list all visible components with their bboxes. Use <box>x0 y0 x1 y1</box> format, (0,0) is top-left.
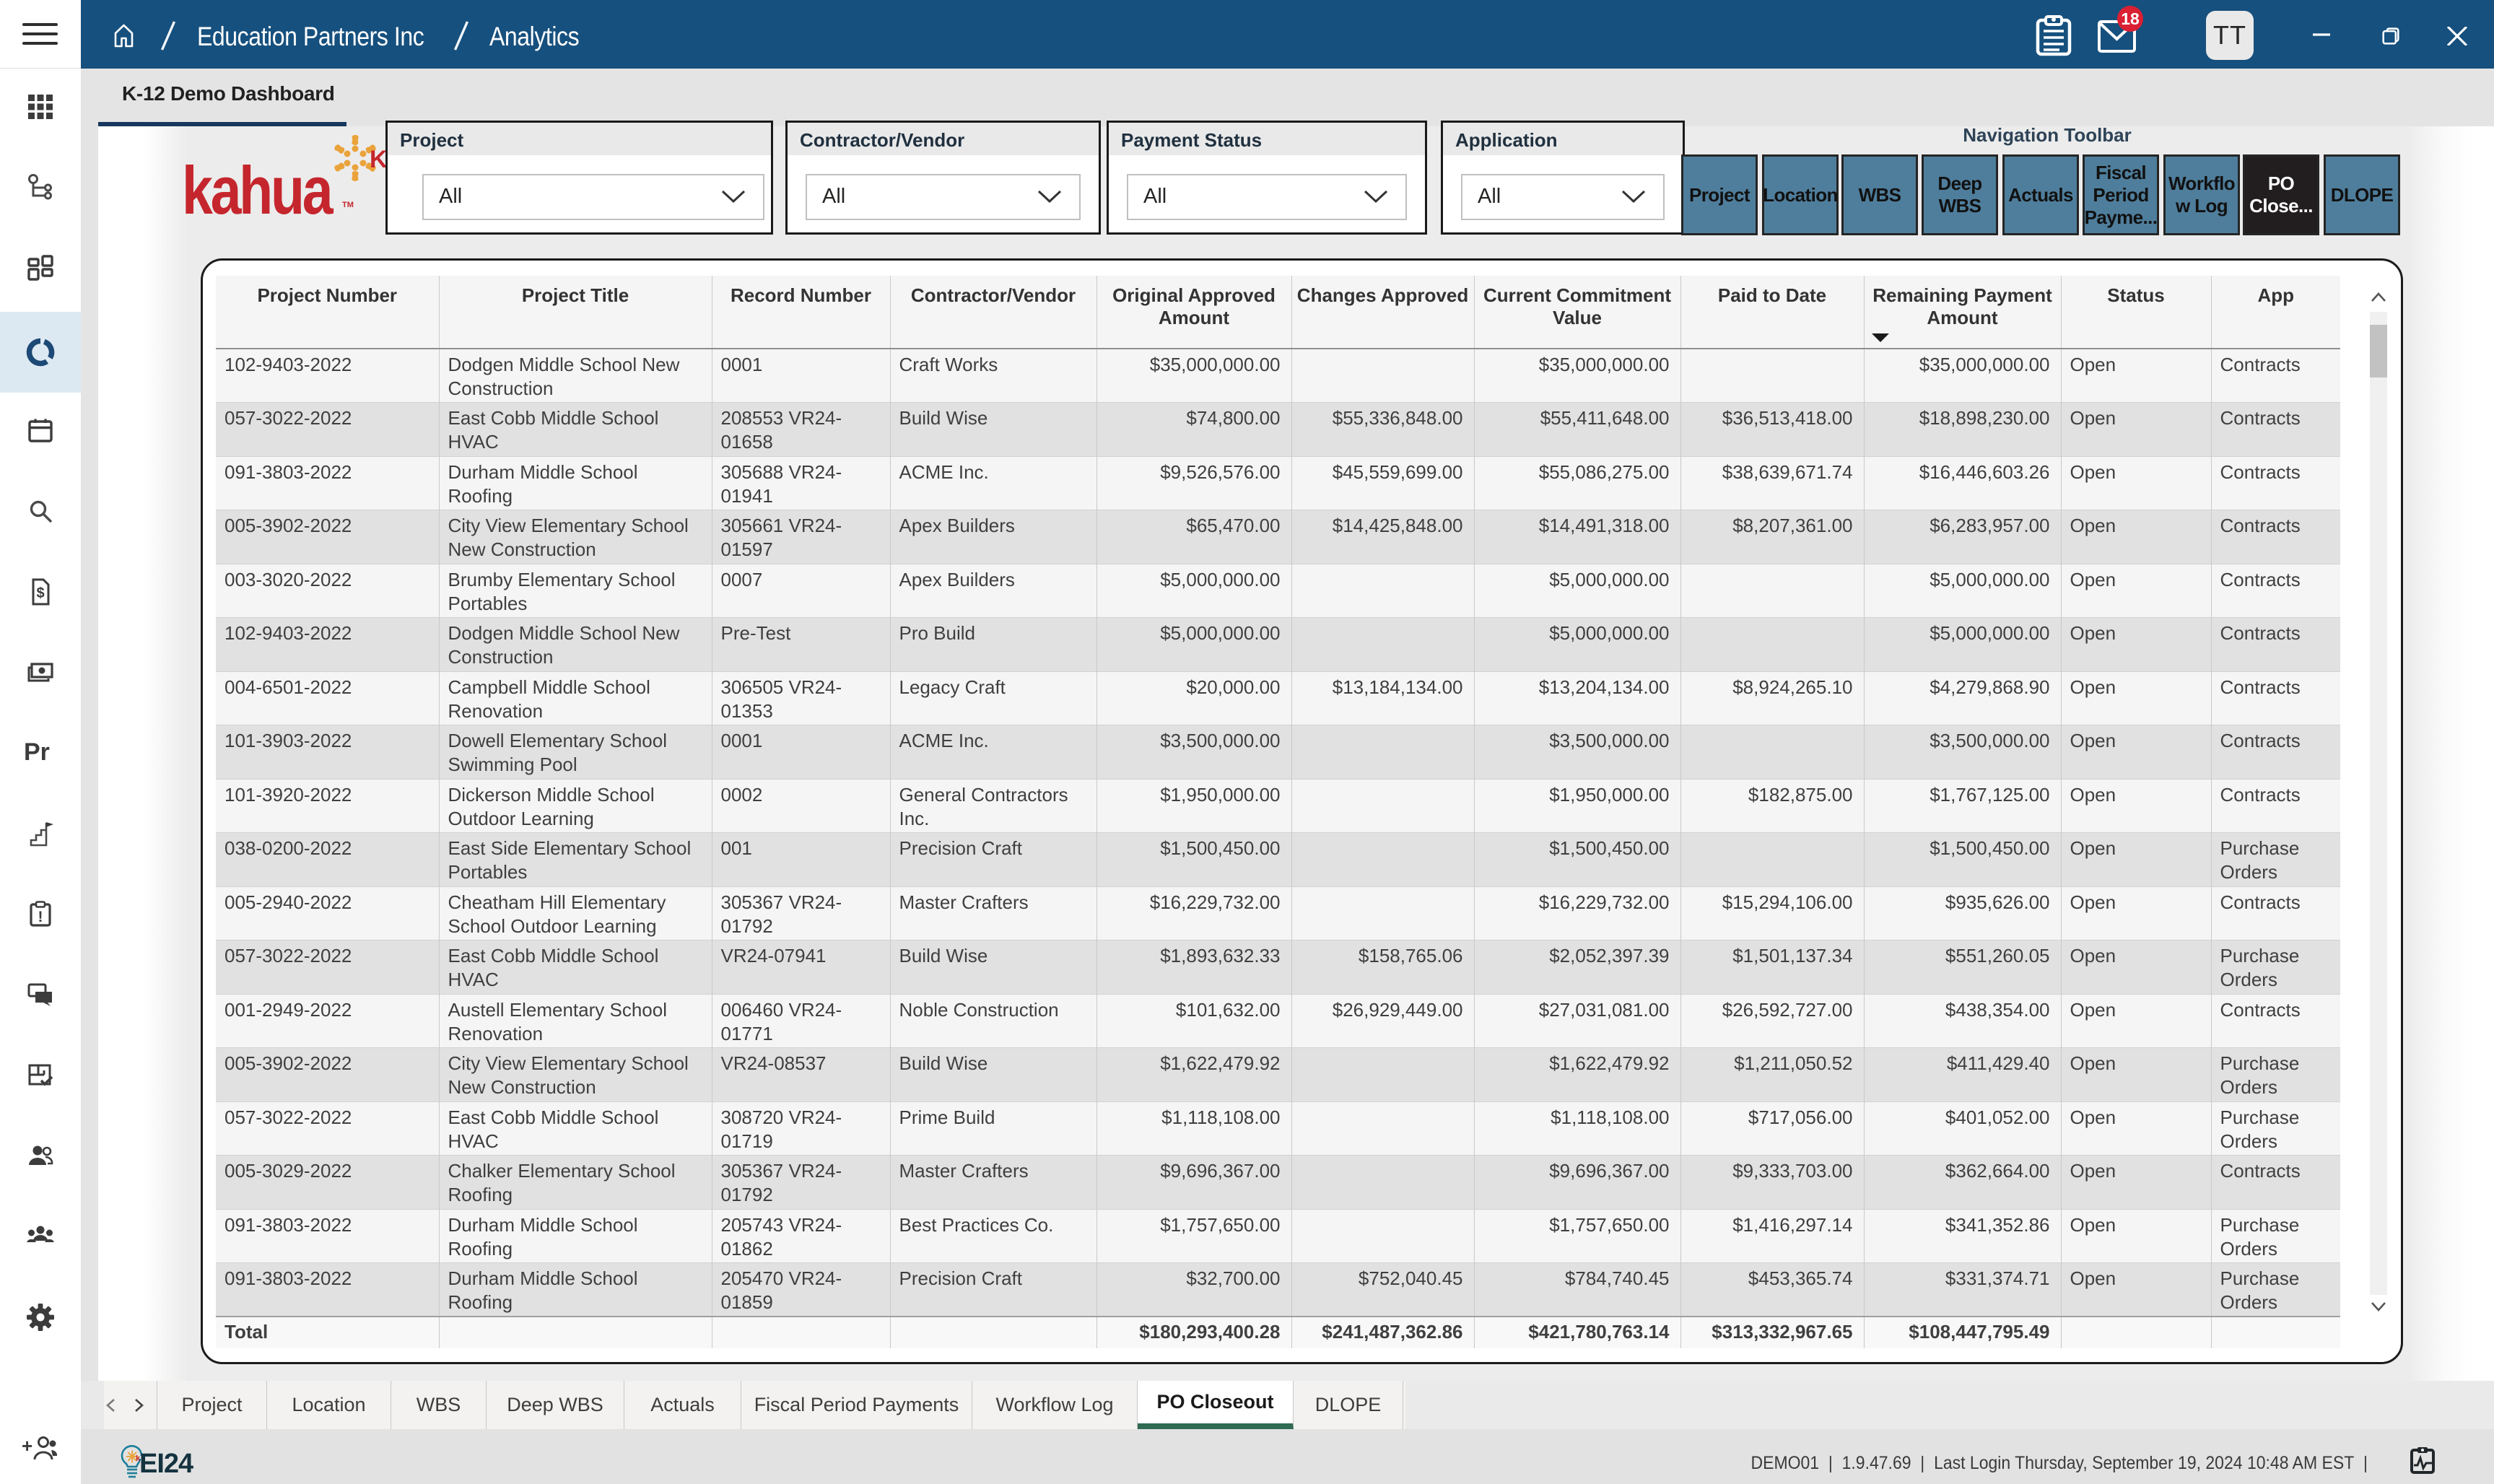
svg-text:+: + <box>22 1435 32 1457</box>
svg-text:!: ! <box>38 909 43 925</box>
svg-text:$: $ <box>36 585 44 601</box>
